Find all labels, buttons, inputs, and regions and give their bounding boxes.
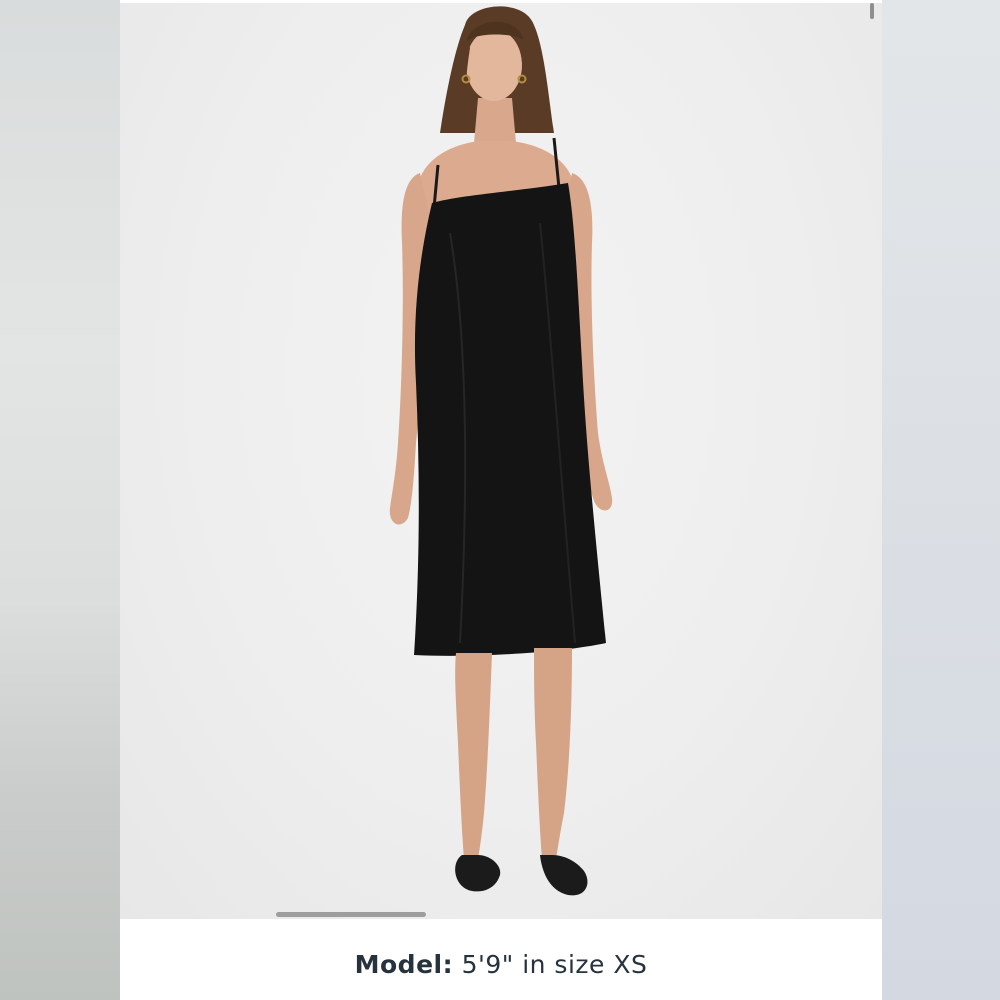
product-card: Model: 5'9" in size XS xyxy=(120,0,882,1000)
top-scroll-indicator xyxy=(870,3,874,19)
left-background xyxy=(0,0,120,1000)
model-figure xyxy=(389,6,613,896)
screenshot-frame: Model: 5'9" in size XS xyxy=(0,0,1000,1000)
right-background xyxy=(882,0,1000,1000)
caption-label: Model: xyxy=(354,950,454,979)
product-photo[interactable] xyxy=(120,3,882,919)
caption-value: 5'9" in size XS xyxy=(461,950,648,979)
model-size-caption: Model: 5'9" in size XS xyxy=(120,950,882,979)
carousel-position-indicator[interactable] xyxy=(276,912,426,917)
